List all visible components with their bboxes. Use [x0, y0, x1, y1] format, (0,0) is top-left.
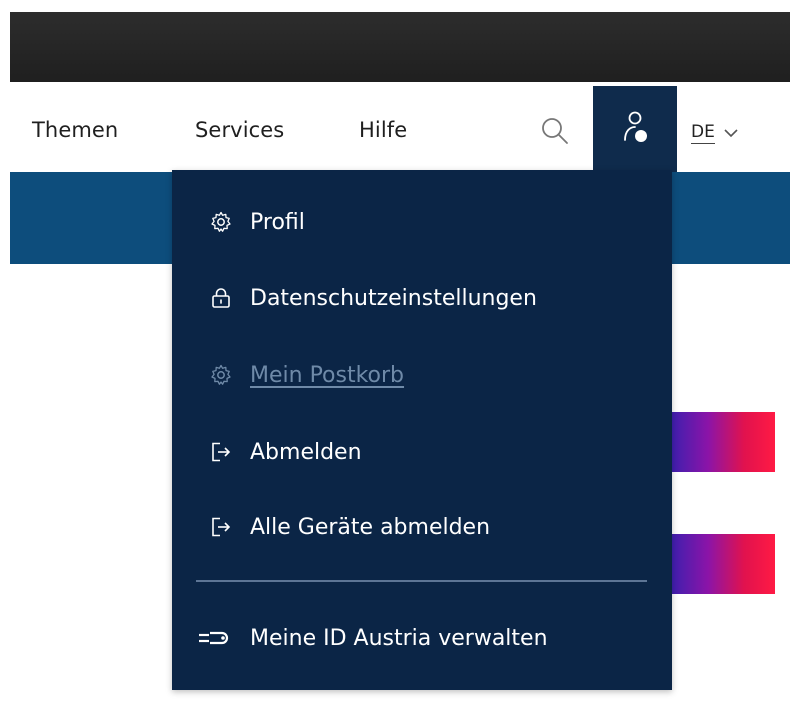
page: Themen Services Hilfe DE Profil Datensch…: [0, 0, 790, 719]
top-dark-bar: [10, 12, 790, 82]
nav-link-hilfe[interactable]: Hilfe: [359, 118, 407, 142]
menu-item-label: Datenschutzeinstellungen: [250, 285, 537, 311]
site-header: Themen Services Hilfe DE: [10, 82, 790, 172]
menu-divider: [196, 580, 647, 582]
logout-icon: [212, 517, 231, 537]
accent-gradient-bar: [672, 534, 775, 594]
user-dropdown-menu: Profil Datenschutzeinstellungen Mein Pos…: [172, 170, 672, 690]
menu-item-label: Alle Geräte abmelden: [250, 514, 491, 540]
gear-icon: [211, 364, 231, 385]
language-selector[interactable]: DE: [691, 120, 738, 146]
menu-item-label: Meine ID Austria verwalten: [250, 625, 548, 651]
gear-icon: [211, 211, 231, 232]
key-icon: [199, 631, 229, 645]
accent-gradient-bar: [672, 412, 775, 472]
chevron-down-icon: [724, 129, 738, 138]
menu-item-id-austria-verwalten[interactable]: Meine ID Austria verwalten: [198, 618, 548, 658]
menu-item-profil[interactable]: Profil: [210, 202, 305, 242]
menu-item-mein-postkorb[interactable]: Mein Postkorb: [210, 355, 404, 395]
menu-item-datenschutzeinstellungen[interactable]: Datenschutzeinstellungen: [210, 278, 537, 318]
search-button[interactable]: [538, 114, 572, 148]
menu-item-label: Mein Postkorb: [250, 362, 405, 388]
user-icon: [624, 111, 647, 142]
menu-item-label: Abmelden: [250, 439, 362, 465]
language-code: DE: [691, 122, 715, 144]
logout-icon: [212, 442, 231, 462]
nav-link-services[interactable]: Services: [195, 118, 284, 142]
menu-item-label: Profil: [250, 209, 305, 235]
nav-link-themen[interactable]: Themen: [32, 118, 118, 142]
menu-item-alle-geraete-abmelden[interactable]: Alle Geräte abmelden: [210, 507, 490, 547]
search-icon: [542, 118, 568, 144]
user-menu-button[interactable]: [593, 86, 677, 172]
lock-icon: [212, 288, 230, 308]
menu-item-abmelden[interactable]: Abmelden: [210, 432, 362, 472]
